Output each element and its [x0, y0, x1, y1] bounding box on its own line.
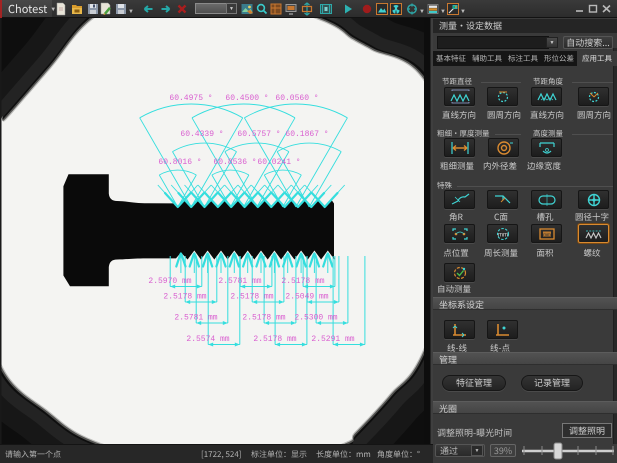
svg-text:mm: mm	[498, 233, 508, 239]
svg-text:60.4339 °: 60.4339 °	[180, 130, 223, 139]
svg-text:2.5300 mm: 2.5300 mm	[294, 314, 337, 323]
svg-text:60.1867 °: 60.1867 °	[285, 130, 328, 139]
svg-text:60.4500 °: 60.4500 °	[225, 94, 268, 103]
svg-text:2.5781 mm: 2.5781 mm	[174, 314, 217, 323]
svg-text:60.4975 °: 60.4975 °	[169, 94, 212, 103]
svg-text:mm: mm	[543, 232, 551, 237]
svg-text:2.5178 mm: 2.5178 mm	[281, 277, 324, 286]
svg-text:2.5178 mm: 2.5178 mm	[230, 293, 273, 302]
svg-text:2.5781 mm: 2.5781 mm	[218, 277, 261, 286]
svg-text:2.5178 mm: 2.5178 mm	[163, 293, 206, 302]
svg-text:60.5757 °: 60.5757 °	[237, 130, 280, 139]
svg-text:2.5291 mm: 2.5291 mm	[311, 335, 354, 344]
svg-text:2.5049 mm: 2.5049 mm	[285, 293, 328, 302]
svg-text:60.8016 °: 60.8016 °	[158, 158, 201, 167]
svg-text:2.5178 mm: 2.5178 mm	[253, 335, 296, 344]
svg-text:2.5970 mm: 2.5970 mm	[148, 277, 191, 286]
svg-text:2.5574 mm: 2.5574 mm	[186, 335, 229, 344]
svg-text:60.0560 °: 60.0560 °	[275, 94, 318, 103]
svg-text:60.8536 °: 60.8536 °	[213, 158, 256, 167]
svg-text:2.5178 mm: 2.5178 mm	[242, 314, 285, 323]
svg-text:60.0241 °: 60.0241 °	[257, 158, 300, 167]
